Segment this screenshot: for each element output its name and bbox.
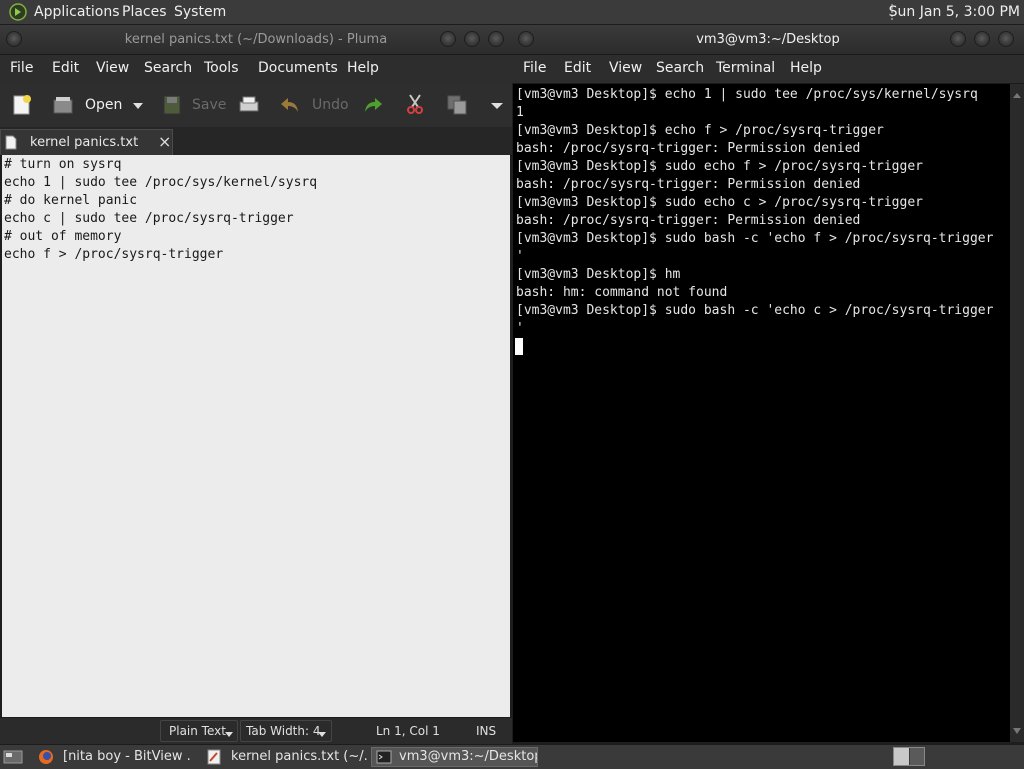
- terminal-line: [vm3@vm3 Desktop]$ sudo bash -c 'echo f …: [516, 231, 994, 246]
- editor-menu-file[interactable]: File: [10, 60, 33, 76]
- editor-menu-help[interactable]: Help: [347, 60, 379, 76]
- firefox-icon: [38, 749, 54, 767]
- terminal-menu-help[interactable]: Help: [790, 60, 822, 76]
- terminal-menu-terminal[interactable]: Terminal: [716, 60, 775, 76]
- terminal-line: bash: /proc/sysrq-trigger: Permission de…: [516, 213, 861, 228]
- terminal-line: bash: hm: command not found: [516, 285, 728, 300]
- terminal-line: [vm3@vm3 Desktop]$ echo f > /proc/sysrq-…: [516, 123, 884, 138]
- open-icon[interactable]: [52, 94, 74, 120]
- editor-line: # do kernel panic: [4, 193, 138, 208]
- tab-width-label: Tab Width: 4: [246, 724, 321, 738]
- terminal-scrollbar[interactable]: [1010, 84, 1024, 742]
- terminal-icon: [376, 749, 392, 766]
- editor-text-area[interactable]: # turn on sysrq echo 1 | sudo tee /proc/…: [2, 155, 510, 717]
- terminal-line: [vm3@vm3 Desktop]$ hm: [516, 267, 681, 282]
- editor-statusbar: Plain Text Tab Width: 4 Ln 1, Col 1 INS: [0, 717, 512, 745]
- new-document-icon[interactable]: [11, 94, 33, 120]
- menu-applications[interactable]: Applications: [34, 4, 120, 20]
- insert-mode: INS: [476, 724, 497, 738]
- terminal-menu-edit[interactable]: Edit: [564, 60, 591, 76]
- terminal-menu-search[interactable]: Search: [656, 60, 704, 76]
- undo-icon[interactable]: [279, 95, 301, 119]
- terminal-cursor: [515, 338, 523, 355]
- language-dropdown-icon[interactable]: [224, 728, 234, 743]
- terminal-menu-view[interactable]: View: [609, 60, 642, 76]
- taskbar-item-terminal[interactable]: vm3@vm3:~/Desktop: [371, 747, 538, 767]
- editor-menubar: File Edit View Search Tools Documents He…: [0, 55, 512, 84]
- editor-toolbar: Open Save Undo: [0, 83, 512, 128]
- terminal-menubar: File Edit View Search Terminal Help: [512, 55, 1024, 84]
- editor-menu-documents[interactable]: Documents: [258, 60, 338, 76]
- taskbar-item-editor[interactable]: kernel panics.txt (~/...: [202, 747, 367, 767]
- save-icon[interactable]: [162, 94, 182, 120]
- editor-line: echo 1 | sudo tee /proc/sys/kernel/sysrq: [4, 175, 318, 190]
- editor-line: echo c | sudo tee /proc/sysrq-trigger: [4, 211, 294, 226]
- text-file-icon: [5, 135, 17, 154]
- toolbar-overflow-icon[interactable]: [490, 100, 504, 115]
- taskbar-item-label: vm3@vm3:~/Desktop: [399, 749, 538, 764]
- taskbar-item-label: kernel panics.txt (~/...: [231, 749, 367, 764]
- tab-close-icon[interactable]: ×: [158, 132, 171, 151]
- bottom-panel: [nita boy - BitView ... kernel panics.tx…: [0, 744, 1024, 769]
- workspace-2[interactable]: [910, 748, 924, 765]
- cursor-position: Ln 1, Col 1: [376, 724, 440, 738]
- terminal-line: [vm3@vm3 Desktop]$ echo 1 | sudo tee /pr…: [516, 87, 978, 102]
- tab-width-dropdown-icon[interactable]: [317, 728, 327, 743]
- taskbar-item-label: [nita boy - BitView ...: [63, 749, 192, 764]
- editor-window-title: kernel panics.txt (~/Downloads) - Pluma: [124, 32, 388, 47]
- editor-menu-tools[interactable]: Tools: [204, 60, 239, 76]
- terminal-output[interactable]: [vm3@vm3 Desktop]$ echo 1 | sudo tee /pr…: [513, 84, 1010, 742]
- top-panel: Applications Places System Sun Jan 5, 3:…: [0, 0, 1024, 25]
- workspace-1[interactable]: [894, 748, 909, 765]
- terminal-menu-file[interactable]: File: [523, 60, 546, 76]
- clock[interactable]: Sun Jan 5, 3:00 PM: [889, 4, 1020, 20]
- editor-line: # out of memory: [4, 229, 122, 244]
- minimize-button[interactable]: [440, 31, 456, 47]
- taskbar-item-browser[interactable]: [nita boy - BitView ...: [34, 747, 192, 767]
- open-button[interactable]: Open: [85, 97, 122, 113]
- scroll-up-icon[interactable]: [1013, 88, 1021, 103]
- terminal-line: ': [516, 321, 524, 336]
- minimize-button[interactable]: [950, 31, 966, 47]
- maximize-button[interactable]: [464, 31, 480, 47]
- terminal-line: bash: /proc/sysrq-trigger: Permission de…: [516, 177, 861, 192]
- maximize-button[interactable]: [974, 31, 990, 47]
- menu-places[interactable]: Places: [122, 4, 167, 20]
- cut-icon[interactable]: [405, 93, 425, 119]
- save-button[interactable]: Save: [192, 97, 226, 113]
- close-button[interactable]: [998, 31, 1014, 47]
- open-recent-dropdown-icon[interactable]: [132, 100, 144, 115]
- copy-icon[interactable]: [446, 94, 468, 120]
- mate-logo-icon[interactable]: [9, 3, 27, 25]
- undo-button[interactable]: Undo: [312, 97, 349, 113]
- editor-menu-view[interactable]: View: [96, 60, 129, 76]
- terminal-line: 1: [516, 105, 524, 120]
- editor-titlebar[interactable]: kernel panics.txt (~/Downloads) - Pluma: [0, 25, 512, 55]
- editor-menu-search[interactable]: Search: [144, 60, 192, 76]
- scroll-down-icon[interactable]: [1013, 723, 1021, 738]
- editor-menu-edit[interactable]: Edit: [52, 60, 79, 76]
- document-tab[interactable]: kernel panics.txt ×: [0, 129, 173, 155]
- redo-icon[interactable]: [362, 95, 384, 119]
- terminal-line: [vm3@vm3 Desktop]$ sudo bash -c 'echo c …: [516, 303, 994, 318]
- terminal-window-title: vm3@vm3:~/Desktop: [696, 32, 840, 47]
- document-tab-label: kernel panics.txt: [30, 135, 139, 150]
- workspace-switcher[interactable]: [893, 747, 925, 766]
- editor-line: # turn on sysrq: [4, 157, 122, 172]
- close-button[interactable]: [488, 31, 504, 47]
- terminal-line: [vm3@vm3 Desktop]$ sudo echo f > /proc/s…: [516, 159, 923, 174]
- terminal-titlebar[interactable]: vm3@vm3:~/Desktop: [512, 25, 1024, 55]
- language-label: Plain Text: [169, 724, 226, 738]
- editor-line: echo f > /proc/sysrq-trigger: [4, 247, 224, 262]
- terminal-line: ': [516, 249, 524, 264]
- menu-system[interactable]: System: [174, 4, 226, 20]
- terminal-line: [vm3@vm3 Desktop]$ sudo echo c > /proc/s…: [516, 195, 923, 210]
- terminal-line: bash: /proc/sysrq-trigger: Permission de…: [516, 141, 861, 156]
- text-editor-icon: [206, 749, 222, 767]
- print-icon[interactable]: [238, 94, 260, 120]
- show-desktop-icon[interactable]: [3, 749, 23, 769]
